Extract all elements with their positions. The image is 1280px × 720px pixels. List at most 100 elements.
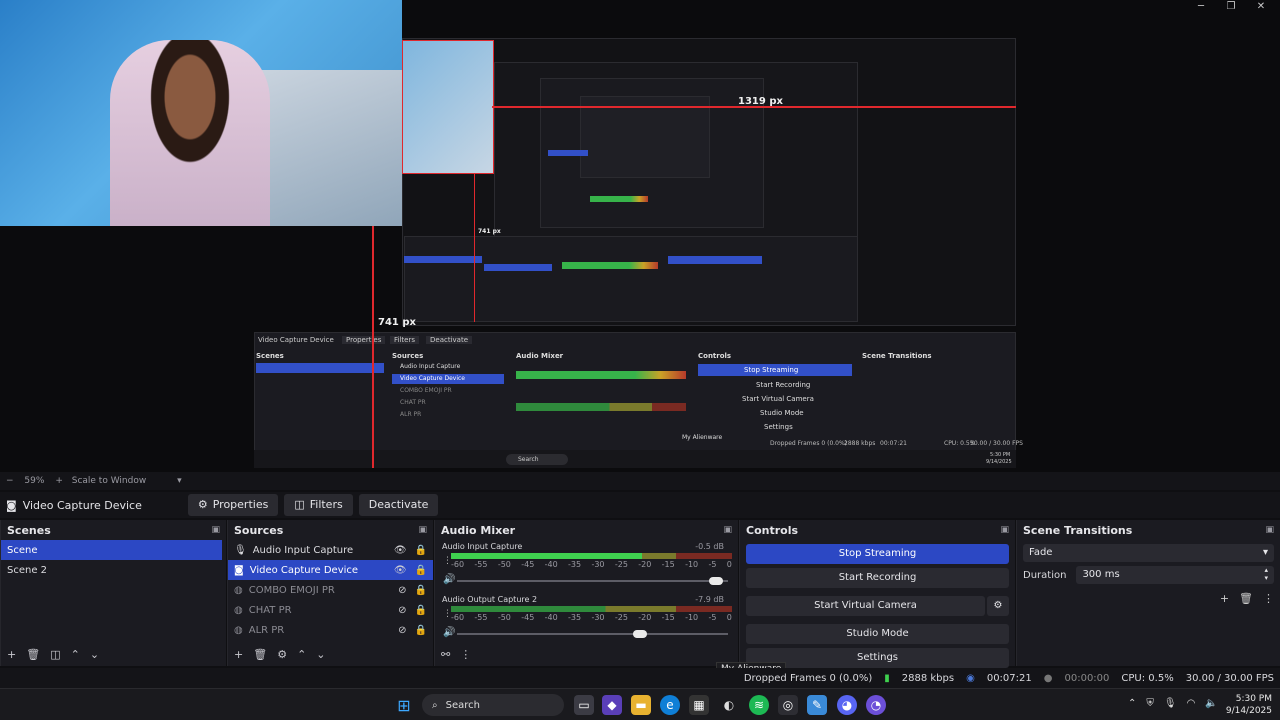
eye-hidden-icon[interactable]: ⊘ bbox=[398, 605, 406, 616]
duration-input[interactable]: 300 ms ▴ ▾ bbox=[1076, 566, 1274, 584]
scene-item[interactable]: Scene bbox=[1, 540, 222, 560]
zoom-level[interactable]: 59% bbox=[24, 476, 44, 486]
copilot-icon[interactable]: ◆ bbox=[602, 695, 622, 715]
nested-status-kbps: 2888 kbps bbox=[844, 440, 876, 447]
zoom-plus-icon[interactable]: + bbox=[55, 476, 63, 486]
paint-icon[interactable]: ✎ bbox=[807, 695, 827, 715]
eye-hidden-icon[interactable]: ⊘ bbox=[398, 585, 406, 596]
nested-dock-stop-button bbox=[668, 256, 762, 264]
filters-button[interactable]: ◫ Filters bbox=[284, 494, 353, 516]
lock-icon[interactable]: 🔒 bbox=[415, 545, 427, 556]
add-icon[interactable]: + bbox=[234, 648, 243, 661]
windows-start-icon[interactable]: ⊞ bbox=[394, 695, 414, 715]
minimize-button[interactable]: ─ bbox=[1186, 0, 1216, 14]
scene-item[interactable]: Scene 2 bbox=[1, 560, 226, 580]
lock-icon[interactable]: 🔒 bbox=[415, 605, 427, 616]
chevron-up-icon[interactable]: ⌃ bbox=[71, 648, 80, 661]
volume-icon[interactable]: 🔈 bbox=[1205, 698, 1217, 709]
obs-icon[interactable]: ◎ bbox=[778, 695, 798, 715]
lock-icon[interactable]: 🔒 bbox=[415, 625, 427, 636]
chevron-down-icon[interactable]: ⌄ bbox=[316, 648, 325, 661]
undock-icon[interactable]: ▣ bbox=[418, 525, 427, 535]
source-item[interactable]: ◙ Video Capture Device 👁 🔒 bbox=[228, 560, 433, 580]
eye-icon[interactable]: 👁 bbox=[394, 545, 407, 556]
trash-icon[interactable]: 🗑 bbox=[253, 648, 267, 661]
clock[interactable]: 5:30 PM 9/14/2025 bbox=[1226, 693, 1272, 717]
spinner-icon[interactable]: ▴ ▾ bbox=[1264, 566, 1268, 584]
volume-slider[interactable] bbox=[457, 630, 728, 638]
chevron-down-icon[interactable]: ⌄ bbox=[90, 648, 99, 661]
filter-icon[interactable]: ◫ bbox=[50, 648, 60, 661]
microphone-icon[interactable]: 🎙 bbox=[1164, 698, 1177, 709]
spotify-icon[interactable]: ≋ bbox=[749, 695, 769, 715]
zoom-minus-icon[interactable]: − bbox=[6, 476, 14, 486]
undock-icon[interactable]: ▣ bbox=[1000, 525, 1009, 535]
volume-slider[interactable] bbox=[457, 577, 728, 585]
source-item[interactable]: 🎙 Audio Input Capture 👁 🔒 bbox=[228, 540, 433, 560]
undock-icon[interactable]: ▣ bbox=[211, 525, 220, 535]
chevron-up-icon[interactable]: ⌃ bbox=[297, 648, 306, 661]
properties-button[interactable]: ⚙ Properties bbox=[187, 494, 279, 516]
studio-mode-button[interactable]: Studio Mode bbox=[746, 624, 1009, 644]
task-view-icon[interactable]: ▭ bbox=[574, 695, 594, 715]
close-button[interactable]: ✕ bbox=[1246, 0, 1276, 14]
width-guide-label: 1319 px bbox=[738, 96, 783, 107]
eye-icon[interactable]: 👁 bbox=[394, 565, 407, 576]
file-explorer-icon[interactable]: ▬ bbox=[631, 695, 651, 715]
chat-app-icon[interactable]: ◔ bbox=[866, 695, 886, 715]
lock-icon[interactable]: 🔒 bbox=[415, 585, 427, 596]
wifi-icon[interactable]: ◠ bbox=[1187, 698, 1196, 709]
kebab-menu-icon[interactable]: ⋮ bbox=[1263, 592, 1274, 605]
context-bar: ◙ Video Capture Device ⚙ Properties ◫ Filt… bbox=[0, 492, 1280, 518]
add-icon[interactable]: + bbox=[1220, 592, 1229, 605]
add-icon[interactable]: + bbox=[7, 648, 16, 661]
trash-icon[interactable]: 🗑 bbox=[1239, 592, 1253, 605]
undock-icon[interactable]: ▣ bbox=[723, 525, 732, 535]
source-item[interactable]: ◍ ALR PR ⊘ 🔒 bbox=[228, 620, 433, 640]
cpu-usage: CPU: 0.5% bbox=[1121, 672, 1174, 684]
speaker-icon[interactable]: 🔊 bbox=[443, 627, 455, 638]
speaker-icon[interactable]: 🔊 bbox=[443, 574, 455, 585]
source-item[interactable]: ◍ CHAT PR ⊘ 🔒 bbox=[228, 600, 433, 620]
taskbar-search[interactable]: ⌕ Search bbox=[422, 694, 564, 716]
discord-icon[interactable]: ◕ bbox=[837, 695, 857, 715]
preview-canvas[interactable]: ─ ❐ ✕ Video Capture Device Properties Fi… bbox=[0, 0, 1280, 472]
nested-source-4: CHAT PR bbox=[400, 399, 426, 406]
volume-knob[interactable] bbox=[708, 577, 723, 585]
scale-mode[interactable]: Scale to Window bbox=[72, 476, 146, 486]
gear-icon[interactable]: ⚙ bbox=[987, 596, 1009, 616]
stop-streaming-button[interactable]: Stop Streaming bbox=[746, 544, 1009, 564]
start-recording-button[interactable]: Start Recording bbox=[746, 568, 1009, 588]
nested-meter-2 bbox=[516, 403, 686, 411]
trash-icon[interactable]: 🗑 bbox=[26, 648, 40, 661]
nested-status-fps: 30.00 / 30.00 FPS bbox=[970, 440, 1023, 447]
meter-tick-label: -20 bbox=[638, 613, 652, 622]
sources-title: Sources bbox=[234, 523, 284, 537]
chevron-up-icon[interactable]: ⌃ bbox=[1128, 698, 1136, 709]
kebab-menu-icon[interactable]: ⋮ bbox=[460, 648, 471, 661]
context-source-name: Video Capture Device bbox=[22, 498, 142, 512]
transition-select[interactable]: Fade ▾ bbox=[1023, 544, 1274, 562]
gear-icon[interactable]: ⚙ bbox=[277, 648, 287, 661]
deactivate-button[interactable]: Deactivate bbox=[358, 494, 439, 516]
store-icon[interactable]: ▦ bbox=[689, 695, 709, 715]
scenes-toolbar: + 🗑 ◫ ⌃ ⌄ bbox=[1, 646, 99, 662]
meter-tick-label: 0 bbox=[726, 613, 732, 622]
restore-button[interactable]: ❐ bbox=[1216, 0, 1246, 14]
nested-taskbar-search: Search bbox=[506, 454, 568, 465]
nested-tooltip: My Alienware bbox=[682, 434, 723, 441]
eye-hidden-icon[interactable]: ⊘ bbox=[398, 625, 406, 636]
mixer-toolbar: ⚯ ⋮ bbox=[435, 646, 471, 662]
clock-time: 5:30 PM bbox=[1235, 694, 1272, 704]
start-virtual-camera-button[interactable]: Start Virtual Camera bbox=[746, 596, 985, 616]
volume-knob[interactable] bbox=[632, 630, 647, 638]
undock-icon[interactable]: ▣ bbox=[1265, 525, 1274, 535]
edge-icon[interactable]: e bbox=[660, 695, 680, 715]
alienware-icon[interactable]: ◐ bbox=[719, 695, 739, 715]
shield-icon[interactable]: ⛨ bbox=[1146, 698, 1154, 709]
nested-dock-scene-selected bbox=[404, 256, 482, 263]
lock-icon[interactable]: 🔒 bbox=[415, 565, 427, 576]
source-item[interactable]: ◍ COMBO EMOJI PR ⊘ 🔒 bbox=[228, 580, 433, 600]
link-icon[interactable]: ⚯ bbox=[441, 648, 450, 661]
chevron-down-icon[interactable]: ▾ bbox=[177, 476, 182, 486]
